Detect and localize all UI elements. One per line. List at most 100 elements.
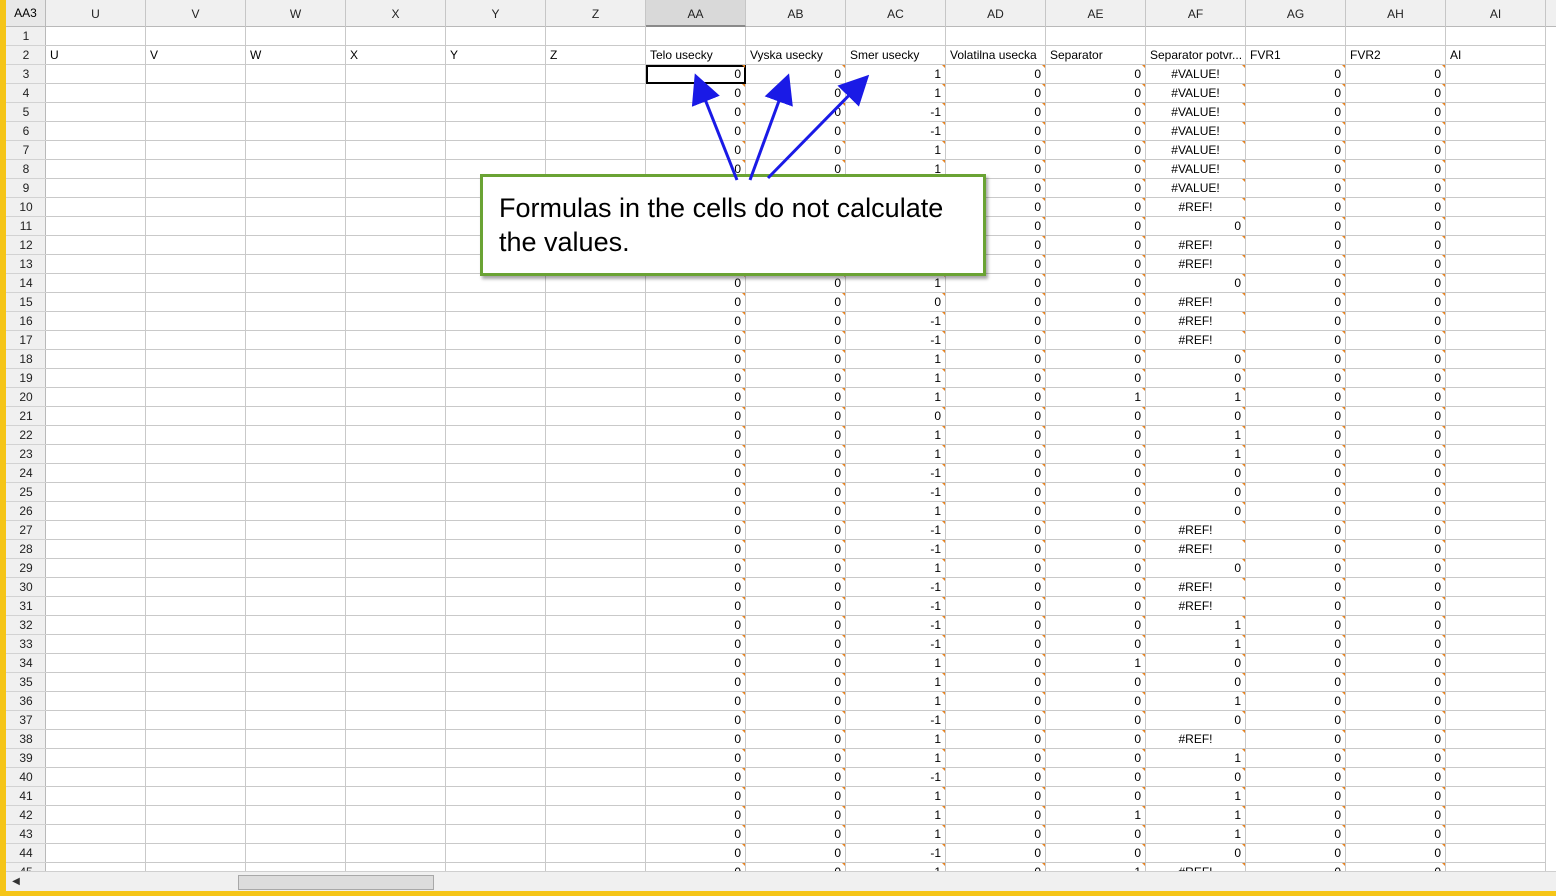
cell-x-25[interactable]: [346, 483, 446, 502]
cell-z-29[interactable]: [546, 559, 646, 578]
cell-aa-4[interactable]: 0: [646, 84, 746, 103]
row-header-17[interactable]: 17: [6, 331, 46, 350]
cell-ad-14[interactable]: 0: [946, 274, 1046, 293]
cell-x-42[interactable]: [346, 806, 446, 825]
cell-z-44[interactable]: [546, 844, 646, 863]
cell-z-35[interactable]: [546, 673, 646, 692]
cell-x-43[interactable]: [346, 825, 446, 844]
cell-ae-8[interactable]: 0: [1046, 160, 1146, 179]
cell-z-32[interactable]: [546, 616, 646, 635]
cell-ad-7[interactable]: 0: [946, 141, 1046, 160]
cell-ad-6[interactable]: 0: [946, 122, 1046, 141]
cell-ah-40[interactable]: 0: [1346, 768, 1446, 787]
cell-w-25[interactable]: [246, 483, 346, 502]
cell-ad-33[interactable]: 0: [946, 635, 1046, 654]
column-header-y[interactable]: Y: [446, 0, 546, 27]
cell-u-32[interactable]: [46, 616, 146, 635]
cell-ag-2[interactable]: FVR1: [1246, 46, 1346, 65]
cell-u-25[interactable]: [46, 483, 146, 502]
cell-ah-14[interactable]: 0: [1346, 274, 1446, 293]
cell-x-32[interactable]: [346, 616, 446, 635]
cell-y-29[interactable]: [446, 559, 546, 578]
cell-ag-30[interactable]: 0: [1246, 578, 1346, 597]
cell-w-37[interactable]: [246, 711, 346, 730]
cell-aa-26[interactable]: 0: [646, 502, 746, 521]
cell-y-39[interactable]: [446, 749, 546, 768]
cell-v-9[interactable]: [146, 179, 246, 198]
cell-w-29[interactable]: [246, 559, 346, 578]
cell-x-16[interactable]: [346, 312, 446, 331]
cell-y-33[interactable]: [446, 635, 546, 654]
cell-y-18[interactable]: [446, 350, 546, 369]
cell-y-17[interactable]: [446, 331, 546, 350]
cell-af-44[interactable]: 0: [1146, 844, 1246, 863]
cell-ah-39[interactable]: 0: [1346, 749, 1446, 768]
cell-x-17[interactable]: [346, 331, 446, 350]
cell-ai-1[interactable]: [1446, 27, 1546, 46]
cell-v-31[interactable]: [146, 597, 246, 616]
cell-ag-21[interactable]: 0: [1246, 407, 1346, 426]
cell-y-32[interactable]: [446, 616, 546, 635]
cell-ai-27[interactable]: [1446, 521, 1546, 540]
row-header-1[interactable]: 1: [6, 27, 46, 46]
row-header-9[interactable]: 9: [6, 179, 46, 198]
cell-ah-10[interactable]: 0: [1346, 198, 1446, 217]
cell-y-43[interactable]: [446, 825, 546, 844]
cell-v-44[interactable]: [146, 844, 246, 863]
cell-w-26[interactable]: [246, 502, 346, 521]
cell-ai-25[interactable]: [1446, 483, 1546, 502]
cell-y-30[interactable]: [446, 578, 546, 597]
row-header-41[interactable]: 41: [6, 787, 46, 806]
cell-ad-19[interactable]: 0: [946, 369, 1046, 388]
cell-ae-29[interactable]: 0: [1046, 559, 1146, 578]
cell-ae-32[interactable]: 0: [1046, 616, 1146, 635]
cell-y-19[interactable]: [446, 369, 546, 388]
cell-ag-20[interactable]: 0: [1246, 388, 1346, 407]
cell-ah-13[interactable]: 0: [1346, 255, 1446, 274]
cell-ab-5[interactable]: 0: [746, 103, 846, 122]
cell-ab-42[interactable]: 0: [746, 806, 846, 825]
cell-ah-44[interactable]: 0: [1346, 844, 1446, 863]
cell-ae-12[interactable]: 0: [1046, 236, 1146, 255]
cell-af-10[interactable]: #REF!: [1146, 198, 1246, 217]
cell-ag-23[interactable]: 0: [1246, 445, 1346, 464]
cell-ah-3[interactable]: 0: [1346, 65, 1446, 84]
cell-af-14[interactable]: 0: [1146, 274, 1246, 293]
cell-ae-34[interactable]: 1: [1046, 654, 1146, 673]
cell-u-42[interactable]: [46, 806, 146, 825]
cell-y-40[interactable]: [446, 768, 546, 787]
cell-ab-19[interactable]: 0: [746, 369, 846, 388]
cell-aa-14[interactable]: 0: [646, 274, 746, 293]
cell-v-20[interactable]: [146, 388, 246, 407]
cell-v-37[interactable]: [146, 711, 246, 730]
cell-ae-25[interactable]: 0: [1046, 483, 1146, 502]
cell-ah-35[interactable]: 0: [1346, 673, 1446, 692]
cell-y-1[interactable]: [446, 27, 546, 46]
cell-aa-33[interactable]: 0: [646, 635, 746, 654]
cell-ad-40[interactable]: 0: [946, 768, 1046, 787]
cell-ai-37[interactable]: [1446, 711, 1546, 730]
cell-ai-41[interactable]: [1446, 787, 1546, 806]
cell-ah-19[interactable]: 0: [1346, 369, 1446, 388]
cell-u-26[interactable]: [46, 502, 146, 521]
cell-ae-18[interactable]: 0: [1046, 350, 1146, 369]
column-header-ah[interactable]: AH: [1346, 0, 1446, 27]
cell-af-2[interactable]: Separator potvr...: [1146, 46, 1246, 65]
row-header-8[interactable]: 8: [6, 160, 46, 179]
cell-ac-37[interactable]: -1: [846, 711, 946, 730]
cell-ac-39[interactable]: 1: [846, 749, 946, 768]
cell-w-6[interactable]: [246, 122, 346, 141]
cell-aa-7[interactable]: 0: [646, 141, 746, 160]
cell-ae-3[interactable]: 0: [1046, 65, 1146, 84]
cell-ac-44[interactable]: -1: [846, 844, 946, 863]
cell-w-39[interactable]: [246, 749, 346, 768]
cell-ae-5[interactable]: 0: [1046, 103, 1146, 122]
column-header-v[interactable]: V: [146, 0, 246, 27]
cell-v-5[interactable]: [146, 103, 246, 122]
cell-ag-14[interactable]: 0: [1246, 274, 1346, 293]
cell-ag-17[interactable]: 0: [1246, 331, 1346, 350]
cell-ah-7[interactable]: 0: [1346, 141, 1446, 160]
cell-ai-10[interactable]: [1446, 198, 1546, 217]
cell-ah-31[interactable]: 0: [1346, 597, 1446, 616]
cell-u-38[interactable]: [46, 730, 146, 749]
